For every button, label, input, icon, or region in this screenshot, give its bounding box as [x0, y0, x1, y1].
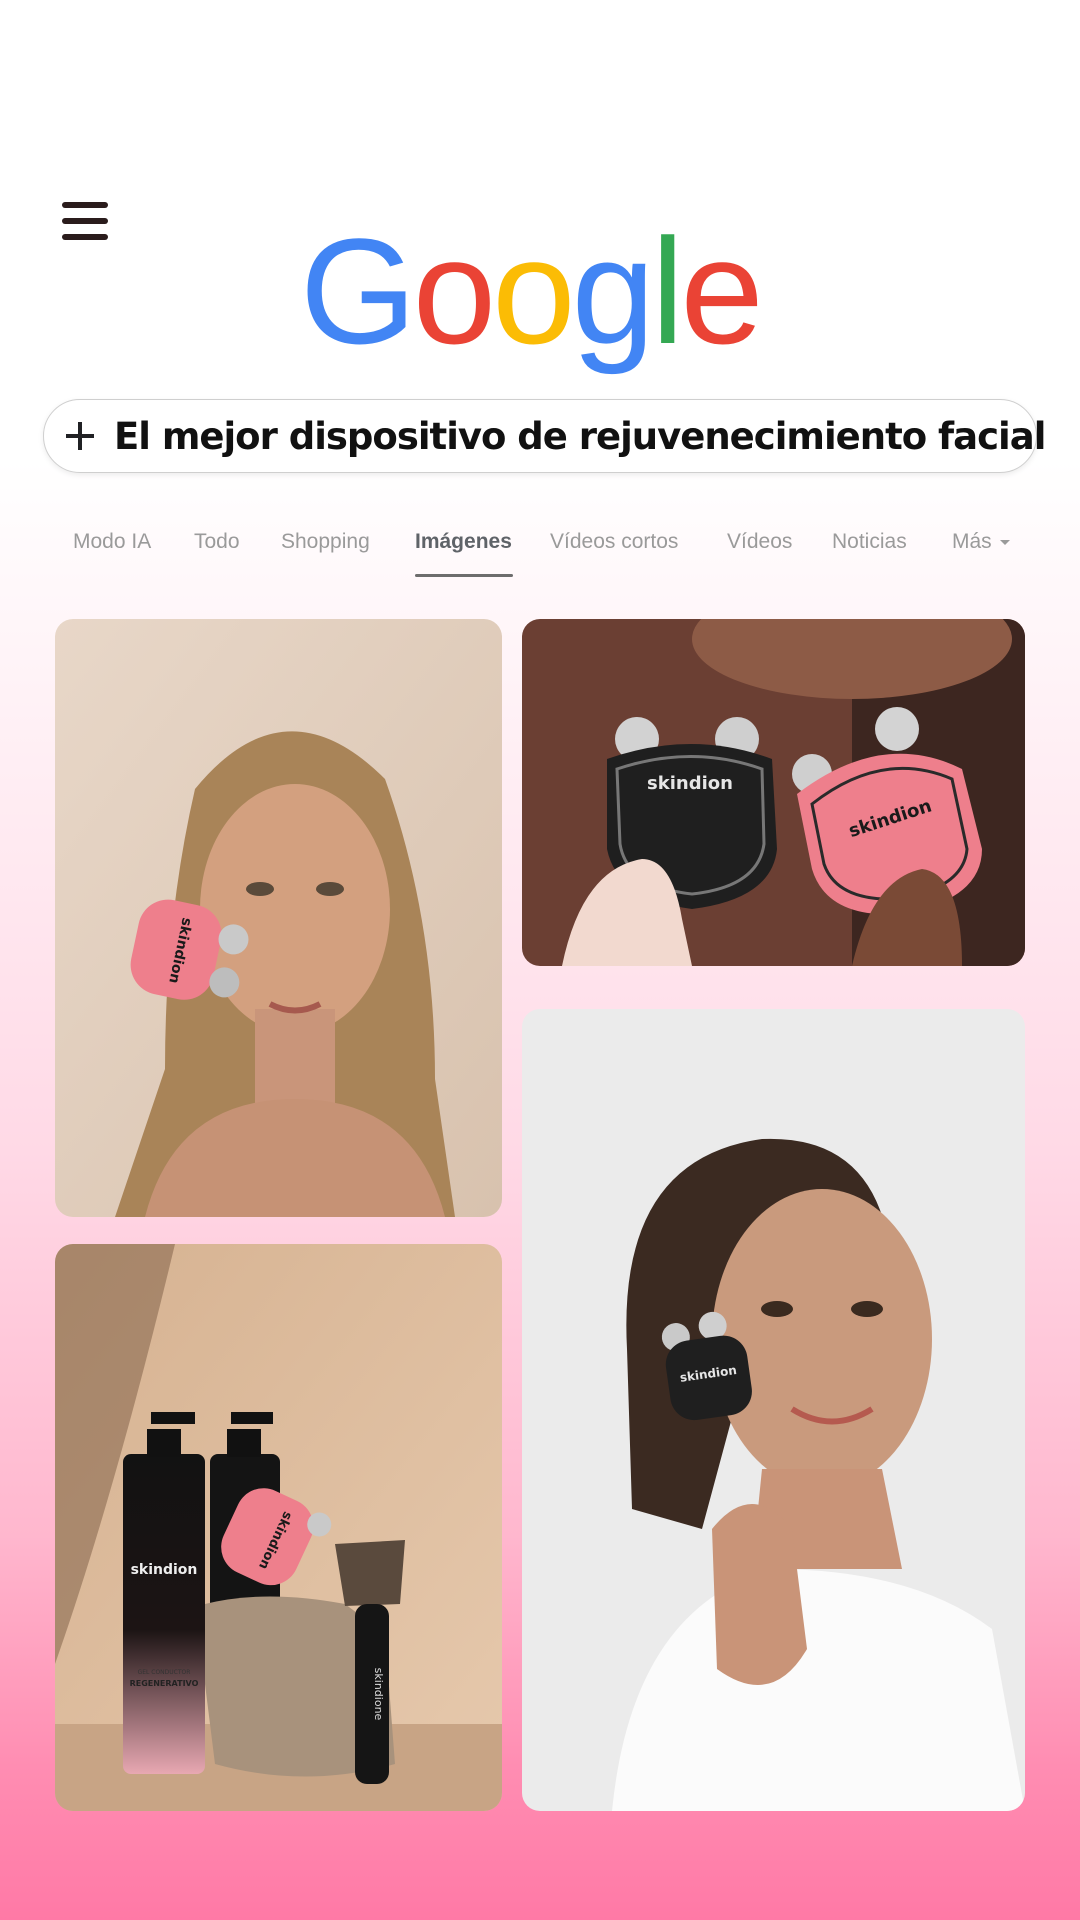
active-tab-indicator	[415, 574, 513, 577]
tab-mas[interactable]: Más	[952, 530, 1010, 554]
hamburger-menu-icon[interactable]	[62, 200, 108, 242]
search-tabs: Modo IA Todo Shopping Imágenes Vídeos co…	[0, 530, 1080, 580]
tab-imagenes[interactable]: Imágenes	[415, 530, 512, 554]
chevron-down-icon	[999, 539, 1010, 545]
bottle-label-small: GEL CONDUCTOR	[138, 1669, 191, 1676]
tab-modo-ia[interactable]: Modo IA	[73, 530, 151, 554]
device-brand-text: skindion	[647, 773, 733, 794]
plus-icon[interactable]	[66, 422, 94, 450]
tab-videos[interactable]: Vídeos	[727, 530, 792, 554]
tab-noticias[interactable]: Noticias	[832, 530, 907, 554]
tab-shopping[interactable]: Shopping	[281, 530, 370, 554]
tab-todo[interactable]: Todo	[194, 530, 240, 554]
google-logo: Google	[300, 215, 764, 375]
bottle-label-big: REGENERATIVO	[130, 1679, 199, 1688]
search-bar[interactable]: El mejor dispositivo de rejuvenecimiento…	[43, 399, 1046, 473]
brush-brand-text: skindione	[372, 1668, 385, 1721]
image-result-2[interactable]: skindion skindion	[522, 619, 1025, 966]
bottle-brand-text: skindion	[131, 1562, 198, 1578]
image-result-1[interactable]: skindion	[55, 619, 502, 1217]
image-result-3[interactable]: skindion GEL CONDUCTOR REGENERATIVO skin…	[55, 1244, 502, 1811]
search-query[interactable]: El mejor dispositivo de rejuvenecimiento…	[114, 415, 1046, 458]
tab-mas-label: Más	[952, 530, 992, 553]
image-result-4[interactable]: skindion	[522, 1009, 1025, 1811]
tab-videos-cortos[interactable]: Vídeos cortos	[550, 530, 678, 554]
svg-text:Google: Google	[300, 215, 760, 375]
